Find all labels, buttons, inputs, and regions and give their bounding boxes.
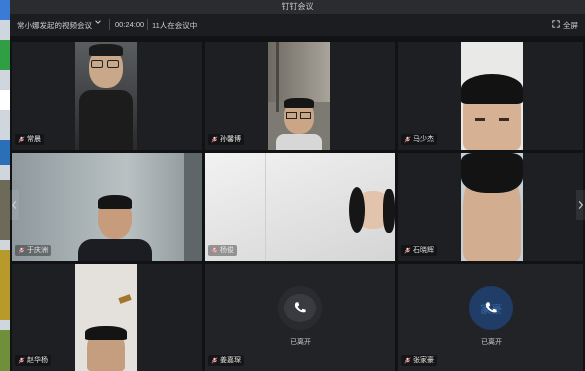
participant-tile-left[interactable]: 家豪 已离开 张家豪 [398,264,583,371]
title-bar: 钉钉会议 [10,0,585,14]
participant-tile-left[interactable]: 已离开 姜嘉琛 [205,264,395,371]
participant-name-label: 杨俊 [208,245,237,256]
participant-tile[interactable]: 赵华杨 [12,264,202,371]
participant-tile[interactable]: 杨俊 [205,153,395,261]
mic-muted-icon [18,247,25,254]
chevron-right-icon [578,201,584,209]
video-feed [75,42,137,150]
chevron-left-icon [11,201,17,209]
meeting-info-bar: 常小娜发起的视频会议 00:24:00 11人在会议中 全屏 [10,14,585,36]
phone-icon [485,302,497,313]
participant-count[interactable]: 11人在会议中 [152,20,197,31]
window-title: 钉钉会议 [281,2,314,11]
participant-name-label: 石晓辉 [401,245,437,256]
participant-name-label: 常晨 [15,134,44,145]
mic-muted-icon [404,136,411,143]
participant-name: 石晓辉 [413,247,434,254]
phone-icon [294,302,306,313]
participant-name-label: 赵华杨 [15,355,51,366]
mic-muted-icon [18,136,25,143]
participant-tile[interactable]: 于庆洲 [12,153,202,261]
mic-muted-icon [18,357,25,364]
chevron-down-icon[interactable] [94,18,102,26]
prev-page-button[interactable] [10,190,19,220]
participant-name-label: 于庆洲 [15,245,51,256]
participant-tile[interactable]: 常晨 [12,42,202,150]
participant-name: 马少杰 [413,136,434,143]
participant-name-label: 张家豪 [401,355,437,366]
mic-muted-icon [404,357,411,364]
divider [147,19,148,30]
fullscreen-icon[interactable] [552,20,560,28]
participant-tile[interactable]: 马少杰 [398,42,583,150]
participant-name: 姜嘉琛 [220,357,241,364]
video-feed [75,264,137,371]
next-page-button[interactable] [576,190,585,220]
participant-name-label: 马少杰 [401,134,437,145]
participant-tile[interactable]: 孙馨博 [205,42,395,150]
participant-name-label: 孙馨博 [208,134,244,145]
participant-avatar: 家豪 [469,286,513,330]
participant-tile[interactable]: 石晓辉 [398,153,583,261]
video-feed [461,153,523,261]
participant-name: 张家豪 [413,357,434,364]
participant-name-label: 姜嘉琛 [208,355,244,366]
mic-muted-icon [211,247,218,254]
participant-name: 杨俊 [220,247,234,254]
mic-muted-icon [211,136,218,143]
participant-status: 已离开 [290,339,311,346]
mic-muted-icon [211,357,218,364]
video-feed [461,42,523,150]
participant-name: 常晨 [27,136,41,143]
meeting-title[interactable]: 常小娜发起的视频会议 [17,20,92,31]
participant-avatar [278,286,322,330]
desktop-background [0,0,10,371]
participant-name: 于庆洲 [27,247,48,254]
participant-name: 赵华杨 [27,357,48,364]
mic-muted-icon [404,247,411,254]
video-feed [268,42,330,150]
meeting-window: 钉钉会议 常小娜发起的视频会议 00:24:00 11人在会议中 全屏 常晨 孙… [10,0,585,371]
participant-status: 已离开 [481,339,502,346]
meeting-timer: 00:24:00 [115,20,145,29]
fullscreen-label[interactable]: 全屏 [563,20,578,31]
participant-name: 孙馨博 [220,136,241,143]
divider [109,19,110,30]
